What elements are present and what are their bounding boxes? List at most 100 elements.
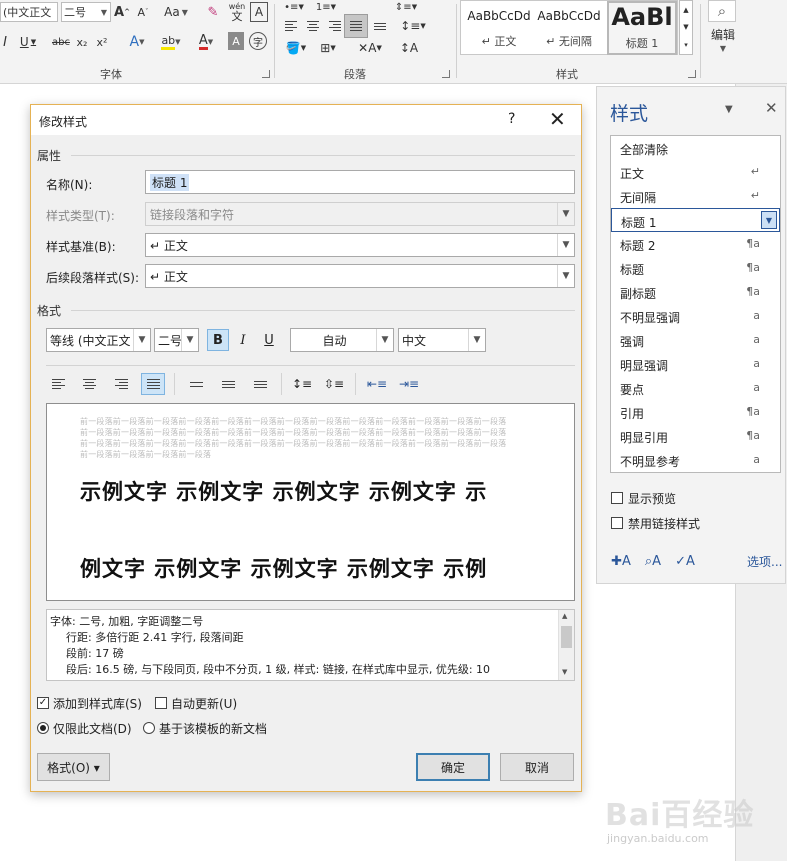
- chinese-layout-icon[interactable]: ✕A ▼: [356, 38, 384, 58]
- ok-button[interactable]: 确定: [416, 753, 490, 781]
- superscript-icon[interactable]: x²: [94, 32, 110, 52]
- font-select[interactable]: 等线 (中文正文 ▼: [46, 328, 151, 352]
- align-center-button[interactable]: [77, 373, 101, 395]
- character-shading-icon[interactable]: A: [228, 32, 244, 50]
- paragraph-dialog-launcher-icon[interactable]: [442, 70, 450, 78]
- style-list-item[interactable]: 副标题 ¶a: [611, 280, 780, 304]
- auto-update-checkbox[interactable]: [155, 697, 167, 709]
- underline-button[interactable]: U: [258, 329, 280, 351]
- cancel-button[interactable]: 取消: [500, 753, 574, 781]
- size-select[interactable]: 二号 ▼: [154, 328, 199, 352]
- styles-dialog-launcher-icon[interactable]: [688, 70, 696, 78]
- scroll-up-icon[interactable]: ▲: [562, 612, 567, 620]
- chevron-down-icon[interactable]: ▼: [761, 211, 777, 229]
- pane-options-icon[interactable]: ▼: [725, 104, 733, 115]
- add-to-gallery-checkbox[interactable]: ✓: [37, 697, 49, 709]
- only-this-document-radio[interactable]: [37, 722, 49, 734]
- increase-paragraph-spacing-icon[interactable]: ↕≡: [290, 373, 314, 395]
- align-center-icon[interactable]: [303, 16, 323, 36]
- distributed-icon[interactable]: [370, 16, 390, 36]
- name-field[interactable]: 标题 1: [145, 170, 575, 194]
- decrease-indent-icon[interactable]: ⇤≡: [365, 373, 389, 395]
- numbering-icon[interactable]: 1≡ ▼: [312, 0, 340, 14]
- based-on-select[interactable]: ↵ 正文 ▼: [145, 233, 575, 257]
- scroll-down-icon[interactable]: ▼: [562, 668, 567, 676]
- format-menu-button[interactable]: 格式(O) ▾: [37, 753, 110, 781]
- borders-icon[interactable]: ⊞ ▼: [314, 38, 342, 58]
- disable-linked-checkbox[interactable]: [611, 517, 623, 529]
- double-spacing-button[interactable]: [248, 373, 272, 395]
- align-left-icon[interactable]: [281, 16, 301, 36]
- increase-indent-icon[interactable]: ⇥≡: [397, 373, 421, 395]
- style-list-item[interactable]: 明显强调 a: [611, 352, 780, 376]
- character-spacing-icon[interactable]: ↕A: [398, 38, 420, 58]
- character-border-icon[interactable]: A: [250, 2, 268, 22]
- style-list-item[interactable]: 全部清除: [611, 136, 780, 160]
- sort-icon[interactable]: ⇕≡ ▼: [388, 0, 424, 14]
- italic-button[interactable]: I: [232, 329, 254, 351]
- close-icon[interactable]: ✕: [765, 99, 778, 117]
- close-icon[interactable]: ✕: [549, 107, 566, 131]
- text-effects-icon[interactable]: A ▼: [124, 32, 150, 52]
- style-list-item[interactable]: 标题 ¶a: [611, 256, 780, 280]
- new-documents-radio[interactable]: [143, 722, 155, 734]
- phonetic-guide-icon[interactable]: wén 文: [227, 0, 247, 24]
- strikethrough-icon[interactable]: abc: [50, 32, 72, 52]
- line-spacing-icon[interactable]: ↕≡ ▼: [398, 16, 428, 36]
- language-select[interactable]: 中文 ▼: [398, 328, 486, 352]
- ribbon-font-name-combo[interactable]: (中文正文: [0, 2, 58, 22]
- clear-formatting-icon[interactable]: ✎: [204, 2, 222, 22]
- style-list-item[interactable]: 标题 1 ▼: [611, 208, 780, 232]
- manage-styles-icon[interactable]: ✓A: [673, 549, 697, 573]
- shrink-font-icon[interactable]: Aˇ: [134, 2, 152, 22]
- bullets-icon[interactable]: •≡ ▼: [280, 0, 308, 14]
- scroll-thumb[interactable]: [561, 626, 572, 648]
- align-right-icon[interactable]: [325, 16, 345, 36]
- font-color-select[interactable]: 自动 ▼: [290, 328, 394, 352]
- enclose-characters-icon[interactable]: 字: [249, 32, 267, 50]
- gallery-style-no-spacing[interactable]: AaBbCcDd ↵ 无间隔: [531, 1, 607, 55]
- underline-icon[interactable]: U ▼: [17, 32, 39, 52]
- gallery-scroll[interactable]: ▲ ▼ ▾: [679, 0, 693, 55]
- style-list-item[interactable]: 不明显参考 a: [611, 448, 780, 472]
- style-list-item[interactable]: 强调 a: [611, 328, 780, 352]
- bold-button[interactable]: B: [207, 329, 229, 351]
- style-list-item[interactable]: 引用 ¶a: [611, 400, 780, 424]
- align-left-button[interactable]: [46, 373, 70, 395]
- one-half-spacing-button[interactable]: [216, 373, 240, 395]
- style-list-item[interactable]: 无间隔 ↵: [611, 184, 780, 208]
- find-icon[interactable]: ⌕: [708, 0, 736, 22]
- grow-font-icon[interactable]: A ^: [113, 2, 131, 22]
- style-inspector-icon[interactable]: ⌕A: [641, 549, 665, 573]
- align-right-button[interactable]: [109, 373, 133, 395]
- next-style-select[interactable]: ↵ 正文 ▼: [145, 264, 575, 288]
- justify-button[interactable]: [141, 373, 165, 395]
- decrease-paragraph-spacing-icon[interactable]: ⇳≡: [322, 373, 346, 395]
- shading-icon[interactable]: 🪣 ▼: [282, 38, 310, 58]
- subscript-icon[interactable]: x₂: [74, 32, 90, 52]
- style-list-item[interactable]: 标题 2 ¶a: [611, 232, 780, 256]
- style-list-item[interactable]: 明显引用 ¶a: [611, 424, 780, 448]
- add-to-gallery-label: 添加到样式库(S): [53, 697, 142, 711]
- justify-icon[interactable]: [344, 14, 368, 38]
- font-color-icon[interactable]: A ▼: [192, 32, 220, 52]
- show-preview-checkbox[interactable]: [611, 492, 623, 504]
- style-list-item[interactable]: 不明显强调 a: [611, 304, 780, 328]
- watermark-url: jingyan.baidu.com: [607, 832, 709, 845]
- font-dialog-launcher-icon[interactable]: [262, 70, 270, 78]
- style-type-mark: a: [753, 453, 760, 466]
- new-style-icon[interactable]: ✚A: [609, 549, 633, 573]
- description-scrollbar[interactable]: ▲ ▼: [558, 610, 574, 680]
- editing-button[interactable]: 编辑: [706, 26, 740, 42]
- single-spacing-button[interactable]: [184, 373, 208, 395]
- change-case-button[interactable]: Aa ▼: [160, 2, 192, 22]
- help-button[interactable]: ?: [508, 111, 515, 127]
- style-list-item[interactable]: 正文 ↵: [611, 160, 780, 184]
- italic-icon[interactable]: I: [0, 32, 10, 52]
- ribbon-font-size-combo[interactable]: 二号 ▼: [61, 2, 111, 22]
- style-list-item[interactable]: 要点 a: [611, 376, 780, 400]
- options-link[interactable]: 选项...: [747, 553, 782, 570]
- gallery-style-heading1[interactable]: AaBl 标题 1: [607, 1, 677, 55]
- highlight-color-icon[interactable]: ab ▼: [156, 32, 186, 52]
- gallery-style-normal[interactable]: AaBbCcDd ↵ 正文: [461, 1, 537, 55]
